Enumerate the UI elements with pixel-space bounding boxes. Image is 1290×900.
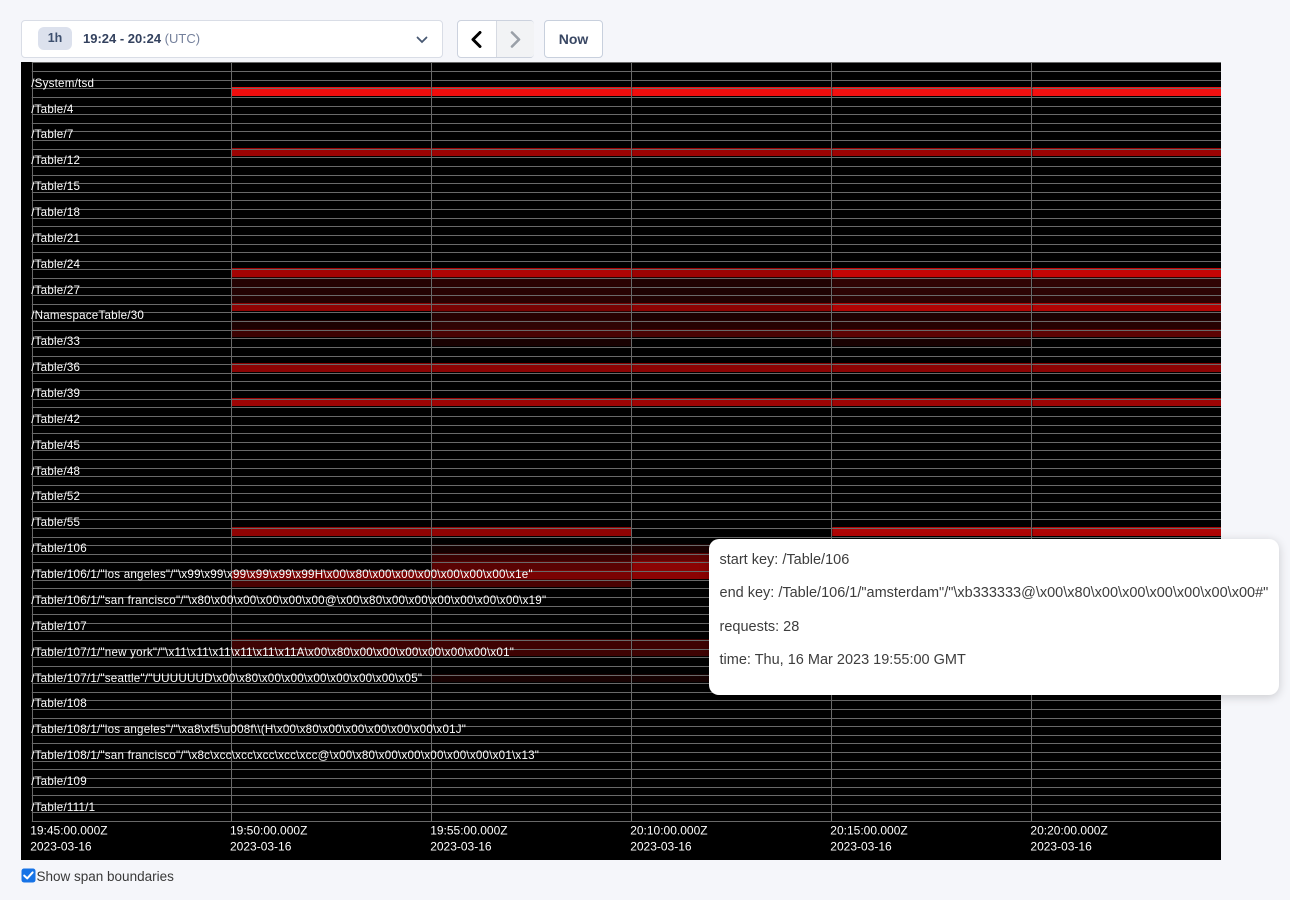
svg-text:/NamespaceTable/30: /NamespaceTable/30	[31, 309, 144, 322]
svg-text:/Table/106/1/"los angeles"/"\x: /Table/106/1/"los angeles"/"\x99\x99\x99…	[31, 568, 533, 581]
svg-text:19:50:00.000Z: 19:50:00.000Z	[230, 824, 307, 838]
svg-text:2023-03-16: 2023-03-16	[230, 840, 292, 854]
svg-text:/Table/107/1/"seattle"/"UUUUUU: /Table/107/1/"seattle"/"UUUUUUD\x00\x80\…	[31, 672, 422, 685]
svg-text:19:55:00.000Z: 19:55:00.000Z	[430, 824, 507, 838]
svg-text:/Table/106: /Table/106	[31, 542, 87, 555]
svg-text:2023-03-16: 2023-03-16	[830, 840, 892, 854]
svg-text:/Table/111/1: /Table/111/1	[31, 801, 95, 814]
svg-text:/Table/12: /Table/12	[31, 154, 80, 167]
svg-text:/Table/45: /Table/45	[31, 439, 80, 452]
svg-text:/Table/52: /Table/52	[31, 490, 80, 503]
svg-text:/Table/55: /Table/55	[31, 516, 80, 529]
svg-text:/System/tsd: /System/tsd	[31, 77, 94, 90]
svg-text:/Table/7: /Table/7	[31, 128, 73, 141]
svg-text:19:45:00.000Z: 19:45:00.000Z	[30, 824, 107, 838]
svg-text:20:20:00.000Z: 20:20:00.000Z	[1030, 824, 1107, 838]
svg-text:/Table/15: /Table/15	[31, 180, 80, 193]
svg-text:/Table/109: /Table/109	[31, 775, 87, 788]
svg-text:20:15:00.000Z: 20:15:00.000Z	[830, 824, 907, 838]
svg-text:/Table/107/1/"new york"/"\x11\: /Table/107/1/"new york"/"\x11\x11\x11\x1…	[31, 646, 514, 659]
svg-text:/Table/106/1/"san francisco"/": /Table/106/1/"san francisco"/"\x80\x00\x…	[31, 594, 546, 607]
svg-text:/Table/48: /Table/48	[31, 465, 80, 478]
svg-text:/Table/39: /Table/39	[31, 387, 80, 400]
svg-text:2023-03-16: 2023-03-16	[430, 840, 492, 854]
svg-text:2023-03-16: 2023-03-16	[630, 840, 692, 854]
svg-text:/Table/33: /Table/33	[31, 335, 80, 348]
svg-text:20:10:00.000Z: 20:10:00.000Z	[630, 824, 707, 838]
svg-text:/Table/36: /Table/36	[31, 361, 80, 374]
svg-text:2023-03-16: 2023-03-16	[1030, 840, 1092, 854]
svg-text:/Table/107: /Table/107	[31, 620, 87, 633]
svg-text:/Table/27: /Table/27	[31, 284, 80, 297]
svg-text:2023-03-16: 2023-03-16	[30, 840, 92, 854]
svg-text:/Table/18: /Table/18	[31, 206, 80, 219]
svg-text:/Table/4: /Table/4	[31, 103, 74, 116]
svg-text:/Table/108/1/"san francisco"/": /Table/108/1/"san francisco"/"\x8c\xcc\x…	[31, 749, 539, 762]
svg-text:/Table/42: /Table/42	[31, 413, 80, 426]
svg-text:/Table/108/1/"los angeles"/"\x: /Table/108/1/"los angeles"/"\xa8\xf5\u00…	[31, 723, 466, 736]
svg-text:/Table/21: /Table/21	[31, 232, 80, 245]
svg-text:/Table/108: /Table/108	[31, 697, 87, 710]
svg-text:/Table/24: /Table/24	[31, 258, 80, 271]
